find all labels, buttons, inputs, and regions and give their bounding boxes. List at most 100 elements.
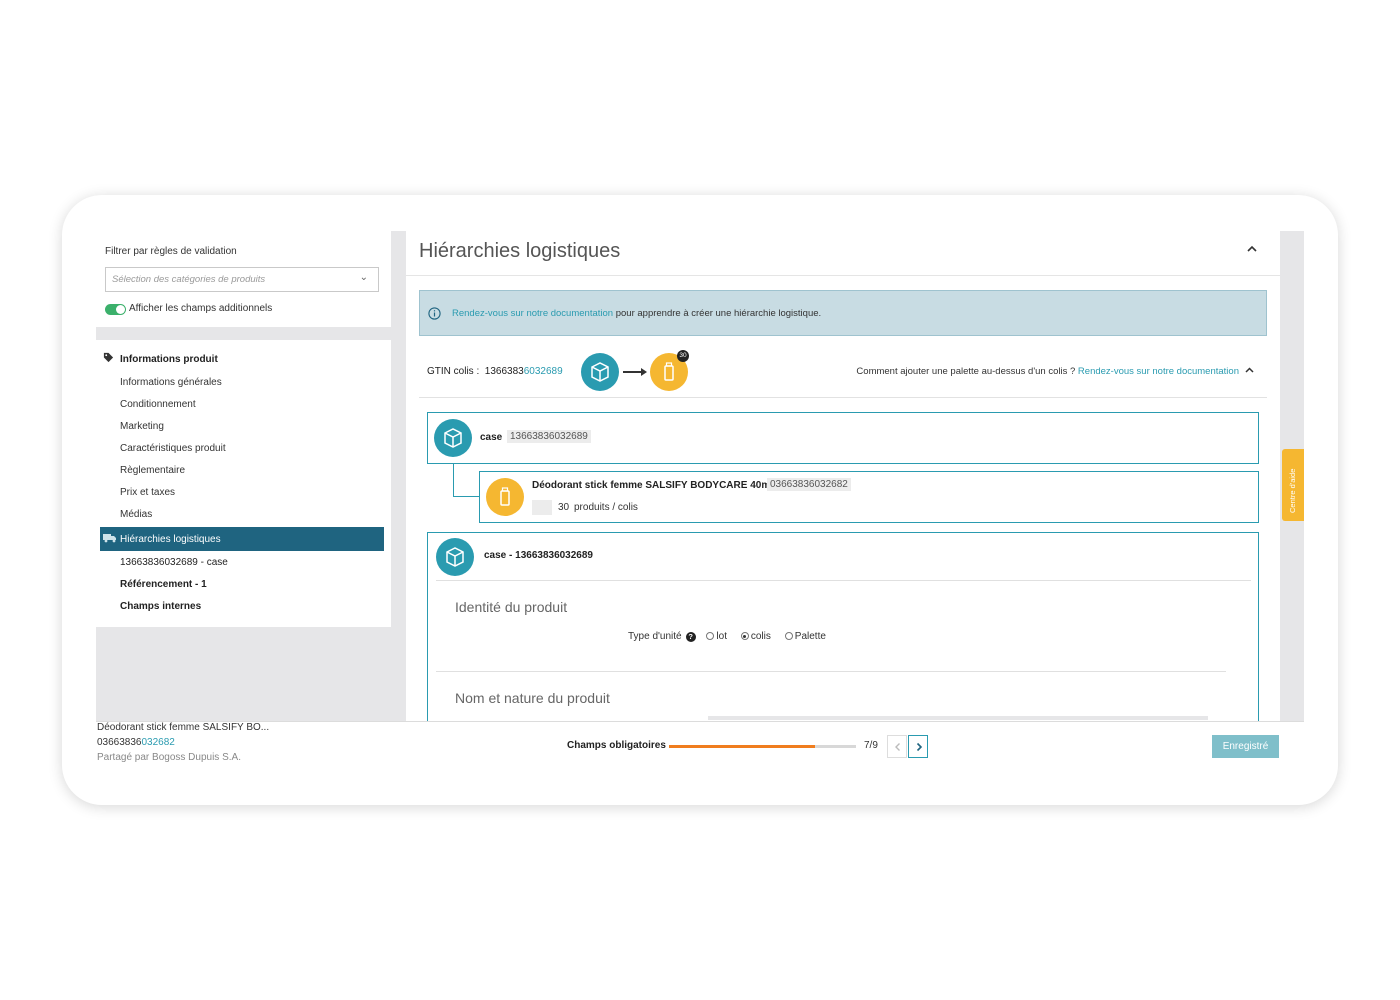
- tree-connector: [453, 464, 454, 497]
- nav-section-product-info[interactable]: Informations produit: [120, 354, 218, 365]
- unit-option-lot[interactable]: lot: [706, 631, 727, 642]
- chevron-right-icon: [916, 742, 923, 752]
- arrow-right-icon: [623, 368, 647, 376]
- sidebar-nav: Informations produit Informations généra…: [96, 340, 391, 627]
- case-label: case: [480, 432, 503, 443]
- unit-option-palette[interactable]: Palette: [784, 631, 826, 642]
- sidebar-item-prices[interactable]: Prix et taxes: [120, 487, 175, 498]
- help-center-tab[interactable]: Centre d'aide: [1282, 449, 1304, 521]
- horizontal-scrollbar[interactable]: [708, 716, 1208, 720]
- section-title-identity: Identité du produit: [455, 599, 568, 615]
- page-title: Hiérarchies logistiques: [419, 240, 621, 262]
- unit-option-label: colis: [750, 631, 771, 642]
- unit-option-label: lot: [716, 631, 727, 642]
- footer-shared-by: Partagé par Bogoss Dupuis S.A.: [97, 752, 241, 763]
- unit-option-colis[interactable]: colis: [740, 631, 771, 642]
- gtin-hierarchy-row: GTIN colis : 13663836032689 30 Comment a…: [419, 346, 1267, 398]
- case-box-icon: [434, 419, 472, 457]
- footer-gtin-suffix: 032682: [141, 737, 175, 748]
- required-progress-fill: [669, 745, 815, 748]
- save-button[interactable]: Enregistré: [1212, 735, 1279, 758]
- gtin-value-suffix: 6032689: [523, 366, 563, 377]
- main-header: Hiérarchies logistiques: [406, 231, 1280, 276]
- gtin-label-text: GTIN colis :: [427, 366, 480, 377]
- sidebar-item-marketing[interactable]: Marketing: [120, 421, 164, 432]
- radio-icon: [706, 632, 715, 640]
- chevron-up-icon[interactable]: [1244, 365, 1255, 376]
- gtin-value-prefix: 1366383: [484, 366, 524, 377]
- quantity-badge: 30: [677, 350, 689, 362]
- product-quantity: 30: [558, 502, 570, 513]
- bottle-icon: [500, 487, 510, 506]
- case-gtin-chip: 13663836032689: [507, 430, 591, 443]
- panel-divider: [392, 231, 406, 769]
- box-icon: [444, 428, 462, 448]
- sidebar-subitem-case[interactable]: 13663836032689 - case: [120, 557, 228, 568]
- footer-product-name: Déodorant stick femme SALSIFY BO...: [97, 722, 270, 733]
- howto-question: Comment ajouter une palette au-dessus d'…: [856, 366, 1078, 377]
- prev-button[interactable]: [887, 735, 907, 758]
- tag-icon: [103, 352, 114, 363]
- howto-text: Comment ajouter une palette au-dessus d'…: [856, 366, 1239, 377]
- app-window: Filtrer par règles de validation Sélecti…: [96, 231, 1304, 769]
- gtin-label: GTIN colis : 13663836032689: [427, 366, 563, 377]
- radio-icon: [784, 632, 793, 640]
- unit-type-row: Type d'unité? lot colis Palette: [628, 631, 826, 642]
- sidebar-item-listing[interactable]: Référencement - 1: [120, 579, 207, 590]
- case-detail-panel: case - 13663836032689 Identité du produi…: [427, 532, 1259, 732]
- next-button[interactable]: [908, 735, 928, 758]
- sidebar-item-logistic-hierarchies[interactable]: Hiérarchies logistiques: [100, 527, 384, 551]
- product-gtin-chip: 03663836032682: [767, 478, 851, 491]
- info-text-rest: pour apprendre à créer une hiérarchie lo…: [613, 308, 822, 319]
- detail-title: case - 13663836032689: [484, 550, 593, 561]
- product-name: Déodorant stick femme SALSIFY BODYCARE 4…: [532, 480, 773, 491]
- quantity-field[interactable]: [532, 500, 552, 515]
- divider: [436, 671, 1226, 672]
- sidebar-item-characteristics[interactable]: Caractéristiques produit: [120, 443, 226, 454]
- required-fields-label: Champs obligatoires: [567, 740, 666, 751]
- info-icon: [428, 307, 441, 320]
- footer-gtin: 03663836032682: [97, 737, 175, 748]
- sidebar-filter-panel: Filtrer par règles de validation Sélecti…: [96, 231, 391, 327]
- sidebar-item-packaging[interactable]: Conditionnement: [120, 399, 196, 410]
- divider: [436, 580, 1251, 581]
- category-select-placeholder: Sélection des catégories de produits: [112, 274, 266, 285]
- main-panel: Hiérarchies logistiques Rendez-vous sur …: [406, 231, 1280, 732]
- sidebar-item-regulatory[interactable]: Règlementaire: [120, 465, 185, 476]
- info-banner: Rendez-vous sur notre documentation pour…: [419, 290, 1267, 336]
- footer-bar: Déodorant stick femme SALSIFY BO... 0366…: [96, 721, 1304, 769]
- case-box-icon[interactable]: [581, 353, 619, 391]
- unit-type-label: Type d'unité: [628, 631, 682, 642]
- filter-label: Filtrer par règles de validation: [105, 246, 237, 257]
- product-bottle-icon: [486, 478, 524, 516]
- chevron-up-icon[interactable]: [1246, 243, 1258, 255]
- case-row[interactable]: case 13663836032689: [427, 412, 1259, 464]
- case-box-icon: [436, 538, 474, 576]
- box-icon: [591, 362, 609, 382]
- section-title-name-nature: Nom et nature du produit: [455, 690, 610, 706]
- radio-selected-icon: [740, 632, 749, 640]
- required-count: 7/9: [864, 740, 878, 751]
- info-text: Rendez-vous sur notre documentation pour…: [452, 308, 821, 319]
- additional-fields-toggle[interactable]: [105, 304, 126, 315]
- sidebar-active-label: Hiérarchies logistiques: [120, 534, 221, 545]
- help-icon[interactable]: ?: [685, 632, 696, 642]
- tree-connector: [453, 496, 479, 497]
- footer-gtin-prefix: 03663836: [97, 737, 142, 748]
- documentation-link[interactable]: Rendez-vous sur notre documentation: [452, 308, 613, 319]
- category-select[interactable]: Sélection des catégories de produits ⌄: [105, 267, 379, 292]
- product-unit-label: produits / colis: [574, 502, 638, 513]
- truck-icon: [103, 534, 116, 543]
- sidebar-item-general-info[interactable]: Informations générales: [120, 377, 222, 388]
- sidebar-item-media[interactable]: Médias: [120, 509, 152, 520]
- unit-option-label: Palette: [794, 631, 826, 642]
- help-center-label: Centre d'aide: [1288, 468, 1297, 513]
- sidebar-item-internal-fields[interactable]: Champs internes: [120, 601, 201, 612]
- chevron-left-icon: [895, 743, 900, 751]
- required-progress-bar: [669, 745, 856, 748]
- chevron-down-icon: ⌄: [359, 272, 368, 283]
- howto-documentation-link[interactable]: Rendez-vous sur notre documentation: [1078, 366, 1239, 377]
- product-row[interactable]: Déodorant stick femme SALSIFY BODYCARE 4…: [479, 471, 1259, 523]
- toggle-label: Afficher les champs additionnels: [129, 303, 273, 314]
- box-icon: [446, 547, 464, 567]
